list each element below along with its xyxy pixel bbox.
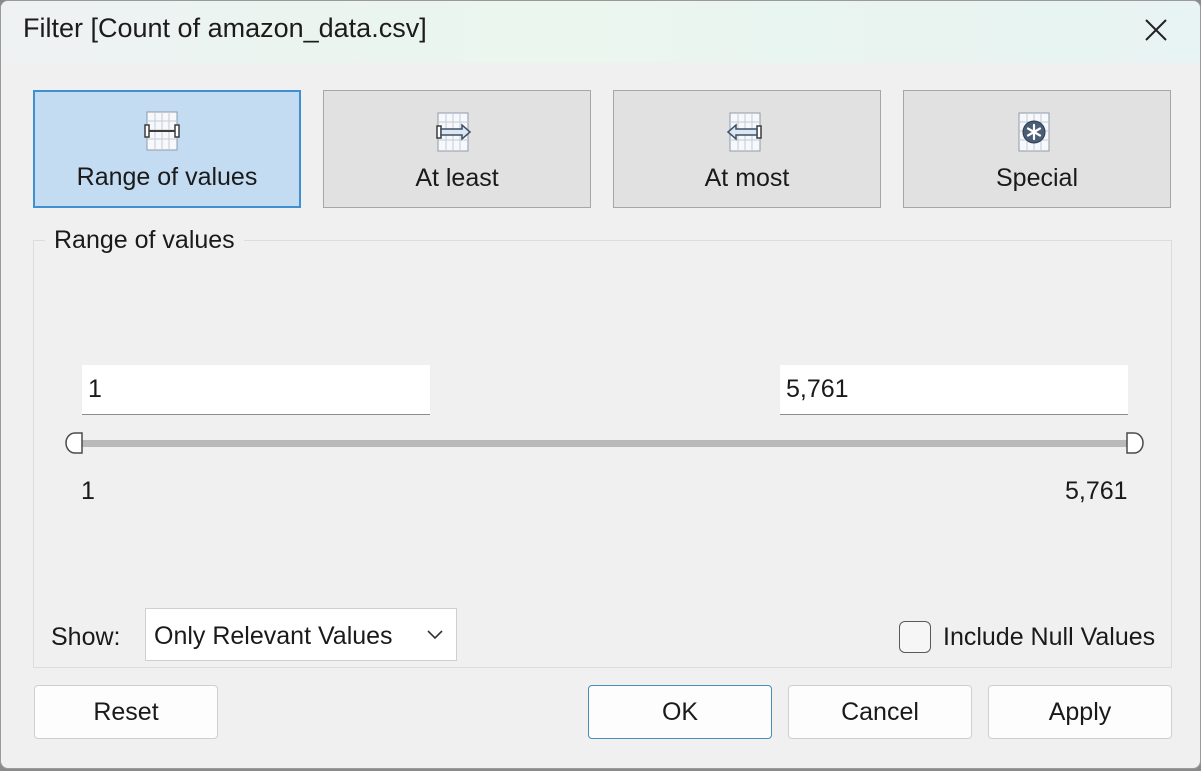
tab-range-of-values[interactable]: Range of values	[33, 90, 301, 208]
range-icon	[144, 111, 180, 151]
special-icon	[1018, 112, 1050, 152]
include-null-checkbox[interactable]	[899, 621, 931, 653]
min-value-input[interactable]	[82, 365, 430, 415]
close-icon	[1145, 19, 1167, 41]
tab-at-most[interactable]: At most	[613, 90, 881, 208]
tab-at-least[interactable]: At least	[323, 90, 591, 208]
dialog-title: Filter [Count of amazon_data.csv]	[23, 13, 427, 43]
slider-max-label: 5,761	[1065, 477, 1128, 505]
tab-special[interactable]: Special	[903, 90, 1171, 208]
include-null-label[interactable]: Include Null Values	[943, 623, 1155, 652]
filter-dialog: Filter [Count of amazon_data.csv] Range …	[0, 0, 1201, 769]
show-dropdown-value: Only Relevant Values	[154, 622, 393, 650]
show-label: Show:	[51, 623, 121, 651]
at-least-icon	[436, 112, 472, 152]
ok-button[interactable]: OK	[588, 685, 772, 739]
slider-min-handle[interactable]	[65, 432, 83, 454]
apply-button[interactable]: Apply	[988, 685, 1172, 739]
chevron-down-icon	[427, 630, 443, 640]
tab-label: Range of values	[76, 163, 258, 191]
slider-max-handle[interactable]	[1126, 432, 1144, 454]
tab-label: Special	[996, 164, 1078, 192]
cancel-button[interactable]: Cancel	[788, 685, 972, 739]
close-button[interactable]	[1129, 7, 1183, 53]
tab-label: At most	[704, 164, 790, 192]
title-bar: Filter [Count of amazon_data.csv]	[1, 1, 1200, 63]
range-slider-track[interactable]	[73, 440, 1135, 447]
range-group	[33, 240, 1172, 668]
max-value-input[interactable]	[780, 365, 1128, 415]
reset-button[interactable]: Reset	[34, 685, 218, 739]
at-most-icon	[726, 112, 762, 152]
range-group-label: Range of values	[45, 226, 244, 255]
tab-label: At least	[415, 164, 499, 192]
slider-min-label: 1	[81, 477, 95, 505]
show-dropdown[interactable]: Only Relevant Values	[145, 608, 457, 661]
